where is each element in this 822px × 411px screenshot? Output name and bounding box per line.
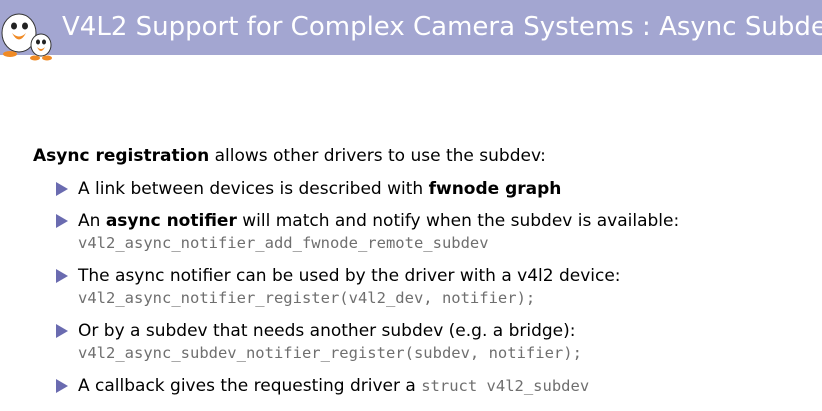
slide-content: Async registration allows other drivers …	[33, 145, 813, 397]
item-text: Or by a subdev that needs another subdev…	[78, 321, 576, 341]
triangle-bullet-icon	[56, 379, 68, 393]
triangle-bullet-icon	[56, 324, 68, 338]
list-item: An async notifier will match and notify …	[33, 210, 813, 254]
code-line: v4l2_async_subdev_notifier_register(subd…	[78, 344, 582, 362]
list-item: Or by a subdev that needs another subdev…	[33, 320, 813, 364]
intro-line: Async registration allows other drivers …	[33, 145, 813, 167]
bullet-list: A link between devices is described with…	[33, 178, 813, 397]
list-item: A callback gives the requesting driver a…	[33, 375, 813, 397]
triangle-bullet-icon	[56, 269, 68, 283]
triangle-bullet-icon	[56, 214, 68, 228]
item-text: An	[78, 211, 106, 231]
penguin-logo-icon	[1, 13, 52, 61]
item-bold: fwnode graph	[428, 179, 562, 199]
triangle-bullet-icon	[56, 182, 68, 196]
item-bold: async notifier	[105, 211, 237, 231]
item-text-after: will match and notify when the subdev is…	[236, 211, 680, 231]
item-text: A callback gives the requesting driver a	[78, 376, 422, 396]
slide-title: V4L2 Support for Complex Camera Systems …	[62, 12, 822, 42]
list-item: A link between devices is described with…	[33, 178, 813, 200]
list-item: The async notifier can be used by the dr…	[33, 265, 813, 309]
intro-bold: Async registration	[33, 146, 210, 166]
item-text: The async notifier can be used by the dr…	[78, 266, 621, 286]
code-line: v4l2_async_notifier_register(v4l2_dev, n…	[78, 289, 536, 307]
code-line: v4l2_async_notifier_add_fwnode_remote_su…	[78, 234, 489, 252]
item-text: A link between devices is described with	[78, 179, 429, 199]
intro-rest: allows other drivers to use the subdev:	[209, 146, 546, 166]
inline-code: struct v4l2_subdev	[421, 377, 590, 395]
